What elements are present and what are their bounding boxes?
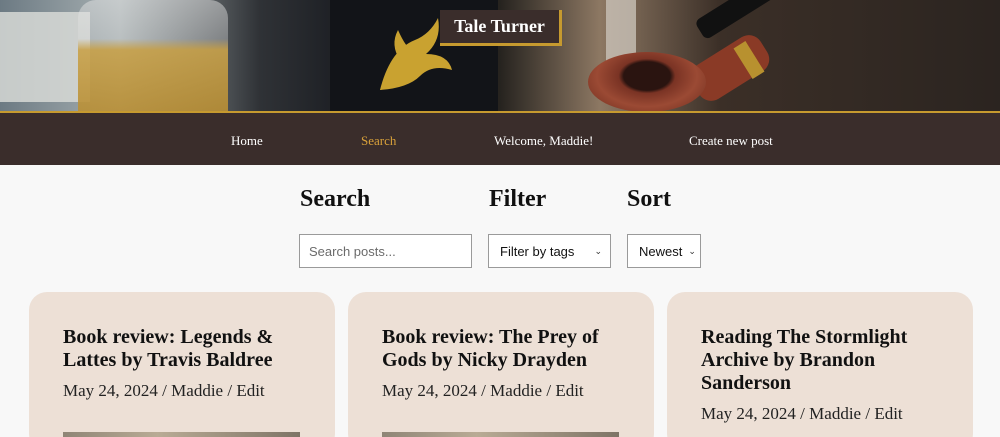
- filter-tags-select[interactable]: Filter by tags ⌄: [488, 234, 611, 268]
- post-author-link[interactable]: Maddie: [490, 381, 542, 400]
- nav-home-link[interactable]: Home: [231, 133, 263, 149]
- pipe-stem: [694, 0, 834, 41]
- banner-jar: [78, 0, 228, 111]
- nav-welcome-link[interactable]: Welcome, Maddie!: [494, 133, 593, 149]
- site-logo-title[interactable]: Tale Turner: [440, 10, 562, 46]
- filter-select-value: Filter by tags: [500, 243, 575, 259]
- sort-heading: Sort: [627, 186, 671, 212]
- search-input[interactable]: [299, 234, 472, 268]
- nav-create-post-link[interactable]: Create new post: [689, 133, 773, 149]
- post-date: May 24, 2024: [701, 404, 796, 423]
- main-nav: Home Search Welcome, Maddie! Create new …: [0, 111, 1000, 165]
- post-thumbnail[interactable]: [382, 432, 619, 437]
- post-meta: May 24, 2024 / Maddie / Edit: [382, 381, 584, 400]
- post-title[interactable]: Book review: Legends & Lattes by Travis …: [63, 326, 301, 372]
- post-thumbnail[interactable]: [63, 432, 300, 437]
- post-meta: May 24, 2024 / Maddie / Edit: [63, 381, 265, 400]
- chevron-down-icon: ⌄: [594, 245, 602, 256]
- post-title[interactable]: Reading The Stormlight Archive by Brando…: [701, 326, 939, 395]
- post-date: May 24, 2024: [382, 381, 477, 400]
- post-title[interactable]: Book review: The Prey of Gods by Nicky D…: [382, 326, 620, 372]
- sort-select-value: Newest: [639, 243, 683, 259]
- nav-search-link[interactable]: Search: [361, 133, 396, 149]
- sort-select[interactable]: Newest ⌄: [627, 234, 701, 268]
- post-meta: May 24, 2024 / Maddie / Edit: [701, 404, 903, 423]
- post-author-link[interactable]: Maddie: [171, 381, 223, 400]
- post-edit-link[interactable]: Edit: [236, 381, 264, 400]
- banner-decor: [0, 12, 90, 102]
- filter-heading: Filter: [489, 186, 547, 212]
- hero-banner-image: Tale Turner: [0, 0, 1000, 111]
- chevron-down-icon: ⌄: [688, 245, 696, 256]
- post-edit-link[interactable]: Edit: [874, 404, 902, 423]
- post-edit-link[interactable]: Edit: [555, 381, 583, 400]
- post-author-link[interactable]: Maddie: [809, 404, 861, 423]
- search-heading: Search: [300, 186, 371, 212]
- post-card[interactable]: Book review: Legends & Lattes by Travis …: [29, 292, 335, 437]
- pipe-bowl: [588, 52, 706, 111]
- post-date: May 24, 2024: [63, 381, 158, 400]
- post-card[interactable]: Book review: The Prey of Gods by Nicky D…: [348, 292, 654, 437]
- post-card[interactable]: Reading The Stormlight Archive by Brando…: [667, 292, 973, 437]
